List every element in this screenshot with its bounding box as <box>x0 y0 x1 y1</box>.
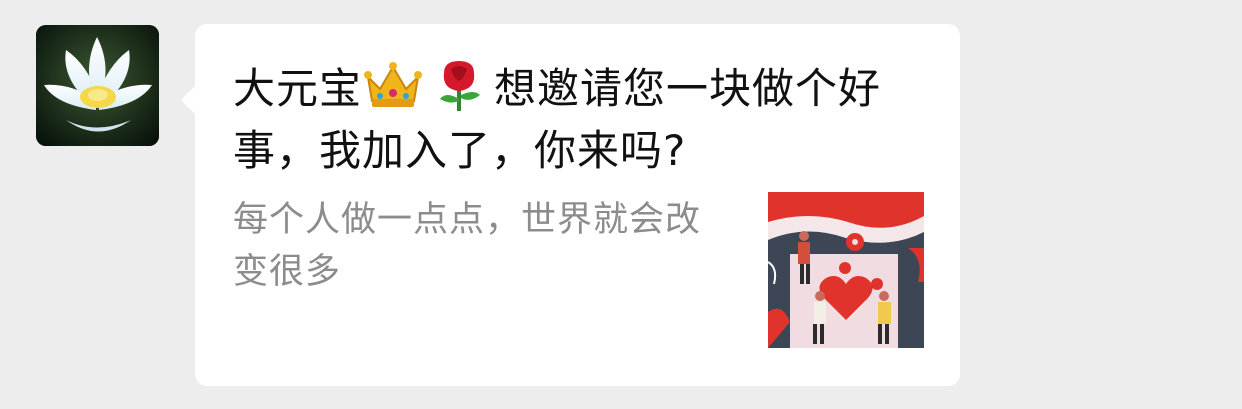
bubble-tail <box>181 86 195 114</box>
message-bubble[interactable]: 大元宝 想邀请您一块做个好事，我加入了，你来吗? 每个人做一点点，世界就会改变很多 <box>181 24 960 386</box>
crown-icon <box>362 59 424 111</box>
message-title-part1: 大元宝 <box>233 64 363 113</box>
rose-icon <box>424 59 494 111</box>
message-title: 大元宝 想邀请您一块做个好事，我加入了，你来吗? <box>233 58 933 182</box>
lotus-flower-image <box>36 25 159 146</box>
message-description: 每个人做一点点，世界就会改变很多 <box>233 200 702 292</box>
charity-heart-illustration <box>768 192 924 348</box>
message-thumbnail[interactable] <box>768 192 924 348</box>
sender-avatar[interactable] <box>36 25 159 146</box>
